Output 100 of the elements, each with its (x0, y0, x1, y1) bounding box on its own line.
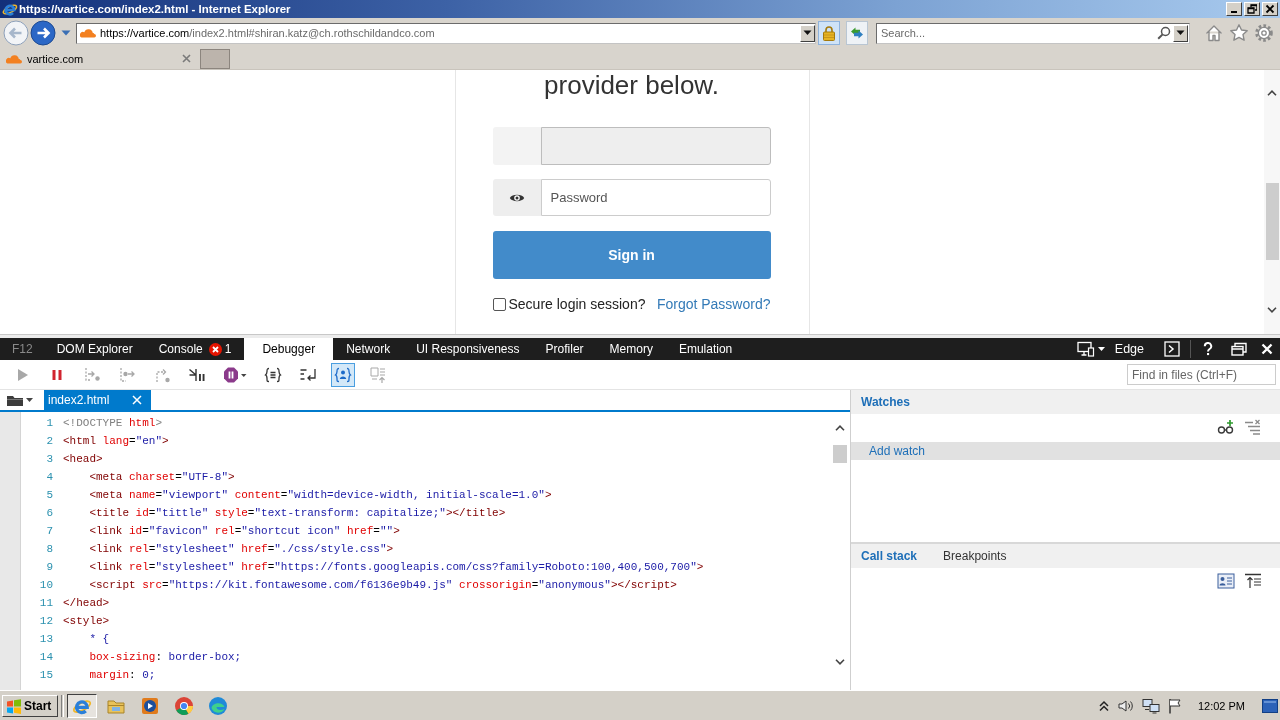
code-line: <link id="favicon" rel="shortcut icon" href=""> (89, 525, 400, 537)
code-line: margin: 0; (89, 669, 156, 681)
lines-arrow-icon[interactable] (1244, 573, 1262, 589)
chevron-up-icon[interactable] (835, 425, 845, 431)
show-desktop-icon[interactable] (1262, 698, 1278, 713)
cloud-icon (80, 28, 96, 38)
caret-down-icon[interactable] (61, 30, 71, 36)
line-number: 5 (45, 489, 53, 501)
speaker-icon[interactable] (1116, 697, 1135, 714)
code-line: <style> (63, 615, 110, 627)
line-number: 12 (38, 615, 53, 627)
panel-title: Watches (861, 395, 910, 409)
sign-in-button[interactable]: Sign in (492, 231, 771, 279)
list-cross-icon[interactable] (1244, 419, 1262, 435)
close-icon (1265, 4, 1275, 14)
bracket-arrow-icon (118, 365, 136, 384)
braces-person-icon (334, 365, 352, 384)
password-field[interactable]: Password (540, 179, 771, 216)
star-icon[interactable] (1229, 23, 1249, 43)
chevron-up-icon[interactable] (1267, 90, 1277, 96)
devtools-tab[interactable]: Profiler (532, 338, 597, 360)
add-watch-button[interactable]: Add watch (851, 442, 1280, 460)
browser-tab[interactable]: vartice.com (0, 48, 197, 69)
devtools-tab[interactable]: Emulation (665, 338, 746, 360)
document-mode-dropdown[interactable]: Edge (1076, 341, 1144, 357)
network-icon[interactable] (1141, 697, 1160, 714)
restore-icon (1247, 4, 1257, 14)
code-line: box-sizing: border-box; (89, 651, 242, 663)
forgot-password-link[interactable]: Forgot Password? (656, 296, 771, 312)
play-tile-icon (140, 695, 160, 716)
devtools-label: F12 (11, 341, 34, 358)
line-number: 9 (45, 561, 53, 573)
chevron-up-icon[interactable] (1097, 699, 1110, 712)
code-line: <link rel="stylesheet" href="./css/style.css"> (89, 543, 394, 555)
devtools-tab[interactable]: Debugger (244, 338, 334, 360)
code-line: <meta charset="UTF-8"> (89, 471, 235, 483)
file-tab[interactable]: index2.html (44, 390, 151, 410)
ring-logo-icon (174, 695, 194, 716)
heading: provider below. (543, 70, 720, 100)
url-text: https://vartice.com/index2.html#shiran.katz@ch.rothschildandco.com (100, 27, 435, 39)
start-button[interactable]: Start (2, 694, 58, 717)
line-number: 13 (38, 633, 53, 645)
compatibility-button[interactable] (846, 21, 868, 45)
checkbox-label: Secure login session? (508, 296, 646, 312)
gear-icon[interactable] (1254, 23, 1274, 43)
chevron-down-icon[interactable] (1267, 307, 1277, 313)
code-line: <head> (63, 453, 103, 465)
line-number: 7 (45, 525, 53, 537)
line-number: 2 (45, 435, 53, 447)
chevron-down-icon[interactable] (835, 659, 845, 665)
dropdown-button[interactable] (800, 24, 815, 42)
bracket-arrow-icon (83, 365, 101, 384)
code-line: * { (89, 633, 110, 645)
checkbox[interactable] (492, 297, 506, 311)
code-line: <script src="https://kit.fontawesome.com/f6136e9b49.js" crossorigin="anonymous"></script> (89, 579, 677, 591)
wave-logo-icon (208, 695, 228, 716)
braces-icon (264, 365, 282, 384)
scrollbar-thumb[interactable] (833, 445, 847, 463)
folder-icon (6, 393, 24, 407)
devtools-tab[interactable]: Network (333, 338, 404, 360)
home-icon[interactable] (1204, 23, 1224, 43)
find-field[interactable]: Find in files (Ctrl+F) (1127, 364, 1276, 385)
panel-tab[interactable]: Breakpoints (943, 549, 1007, 563)
list-arrow-icon (369, 365, 387, 384)
panel-tab[interactable]: Call stack (861, 549, 918, 563)
clock: 12:02 PM (1197, 699, 1245, 712)
caret-down-icon (1097, 347, 1105, 351)
devtools-tab[interactable]: Console 1 (145, 338, 245, 360)
line-number: 14 (38, 651, 53, 663)
address-field[interactable]: https://vartice.com/index2.html#shiran.katz@ch.rothschildandco.com (76, 22, 816, 44)
console-icon[interactable] (1164, 341, 1180, 357)
error-count: 1 (224, 342, 232, 356)
close-button[interactable] (1262, 2, 1278, 16)
devtools-tab[interactable]: Memory (596, 338, 666, 360)
search-icon[interactable] (1157, 26, 1171, 40)
monitor-icon (1076, 341, 1095, 357)
glasses-plus-icon[interactable] (1217, 419, 1235, 435)
undock-icon[interactable] (1231, 342, 1247, 356)
code-line: </head> (63, 597, 110, 609)
search-field[interactable]: Search... (876, 22, 1190, 44)
line-number: 1 (45, 417, 53, 429)
minimize-button[interactable] (1226, 2, 1242, 16)
restore-button[interactable] (1244, 2, 1260, 16)
taskbar-button[interactable] (67, 693, 97, 718)
devtools-tab[interactable]: DOM Explorer (43, 338, 146, 360)
scrollbar-thumb[interactable] (1265, 183, 1279, 260)
lock-icon (822, 25, 836, 41)
scrollbar[interactable] (1264, 70, 1280, 334)
caret-down-icon (803, 30, 812, 36)
devtools-tab[interactable]: UI Responsiveness (403, 338, 533, 360)
line-number: 11 (38, 597, 53, 609)
flag-icon[interactable] (1166, 697, 1183, 714)
code-line: <html lang="en"> (63, 435, 169, 447)
octagon-pause-icon (223, 365, 247, 384)
arrows-icon (849, 25, 865, 41)
line-number: 10 (38, 579, 53, 591)
help-icon[interactable] (1203, 342, 1213, 356)
code-line: <!DOCTYPE html> (63, 417, 163, 429)
card-person-icon[interactable] (1217, 573, 1235, 589)
code-line: <link rel="stylesheet" href="https://fonts.googleapis.com/css?family=Roboto:100,400,500,700"> (89, 561, 704, 573)
